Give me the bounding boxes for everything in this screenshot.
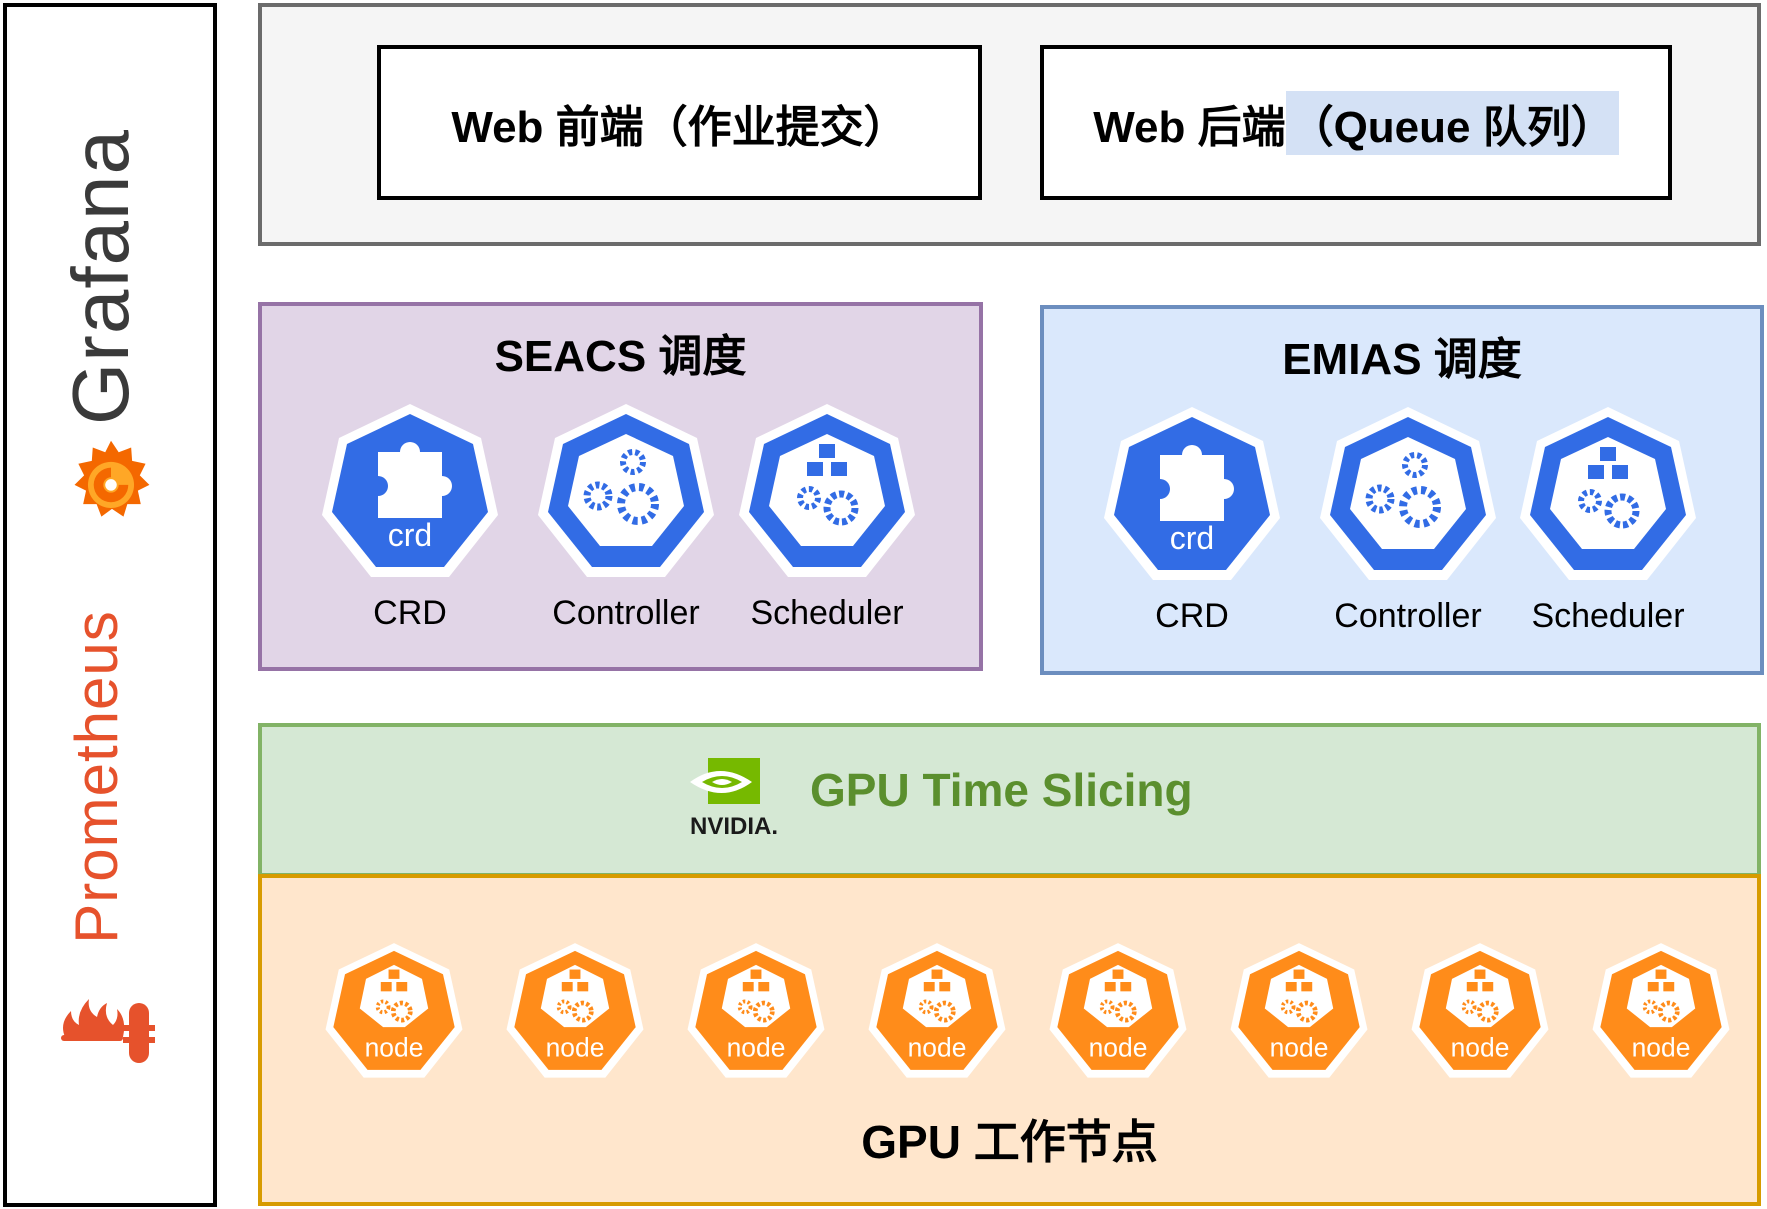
web-backend-label: Web 后端	[1093, 102, 1286, 152]
seacs-crd-label: CRD	[373, 594, 447, 632]
crd-icon-text: crd	[1170, 520, 1214, 556]
node-icon: node	[1230, 943, 1368, 1078]
node-icon: node	[506, 943, 644, 1078]
nvidia-logo-text: NVIDIA.	[690, 813, 778, 840]
emias-scheduler: Scheduler	[1518, 403, 1698, 636]
seacs-scheduler-panel: SEACS 调度 crd CRD Controller Scheduler	[258, 302, 983, 671]
gpu-node: node	[505, 936, 645, 1084]
gpu-node: node	[1048, 936, 1188, 1084]
seacs-crd: crd CRD	[320, 400, 500, 633]
node-label: node	[546, 1033, 605, 1063]
emias-scheduler-panel: EMIAS 调度 crd CRD Controller Scheduler	[1040, 305, 1764, 675]
grafana-logo-icon	[74, 440, 150, 517]
emias-scheduler-label: Scheduler	[1531, 597, 1685, 635]
node-label: node	[365, 1033, 424, 1063]
node-icon: node	[868, 943, 1006, 1078]
gpu-node: node	[1410, 936, 1550, 1084]
seacs-controller: Controller	[536, 400, 716, 633]
node-icon: node	[1049, 943, 1187, 1078]
crd-icon-text: crd	[388, 517, 432, 553]
gpu-node: node	[686, 936, 826, 1084]
node-icon: node	[1411, 943, 1549, 1078]
nvidia-logo-icon: NVIDIA.	[690, 758, 778, 840]
prometheus-logo-icon	[61, 999, 155, 1063]
emias-controller-label: Controller	[1334, 597, 1482, 635]
node-label: node	[1089, 1033, 1148, 1063]
node-icon: node	[1592, 943, 1730, 1078]
controller-icon	[538, 404, 714, 577]
gpu-node: node	[324, 936, 464, 1084]
gpu-worker-nodes-layer: node node node node node node node node GPU 工作节…	[258, 874, 1761, 1206]
seacs-scheduler: Scheduler	[737, 400, 917, 633]
node-icon: node	[325, 943, 463, 1078]
gpu-worker-nodes-title: GPU 工作节点	[861, 1116, 1158, 1168]
web-backend-queue-label: （Queue 队列）	[1285, 90, 1619, 155]
crd-icon: crd	[1104, 407, 1280, 580]
node-label: node	[727, 1033, 786, 1063]
gpu-time-slicing-layer: NVIDIA. GPU Time Slicing	[258, 723, 1761, 877]
crd-icon: crd	[322, 404, 498, 577]
controller-icon	[1320, 407, 1496, 580]
web-frontend-box: Web 前端（作业提交）	[377, 45, 982, 200]
emias-title: EMIAS 调度	[1282, 335, 1522, 384]
emias-crd: crd CRD	[1102, 403, 1282, 636]
monitoring-column: Grafana Prometheus	[3, 3, 217, 1207]
scheduler-icon	[1520, 407, 1696, 580]
gpu-node: node	[1229, 936, 1369, 1084]
prometheus-label: Prometheus	[63, 610, 130, 944]
seacs-title: SEACS 调度	[494, 332, 747, 381]
emias-controller: Controller	[1318, 403, 1498, 636]
web-frontend-label: Web 前端（作业提交）	[451, 102, 908, 152]
node-label: node	[908, 1033, 967, 1063]
emias-crd-label: CRD	[1155, 597, 1229, 635]
gpu-node: node	[867, 936, 1007, 1084]
seacs-controller-label: Controller	[552, 594, 700, 632]
node-label: node	[1632, 1033, 1691, 1063]
seacs-scheduler-label: Scheduler	[750, 594, 904, 632]
node-label: node	[1270, 1033, 1329, 1063]
node-icon: node	[687, 943, 825, 1078]
grafana-label: Grafana	[56, 128, 145, 426]
scheduler-icon	[739, 404, 915, 577]
web-backend-box: Web 后端 （Queue 队列）	[1040, 45, 1672, 200]
gpu-node: node	[1591, 936, 1731, 1084]
node-label: node	[1451, 1033, 1510, 1063]
gpu-time-slicing-label: GPU Time Slicing	[810, 764, 1193, 816]
